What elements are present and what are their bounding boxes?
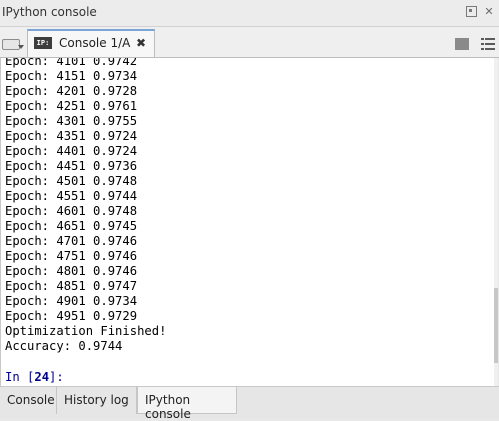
- console-output: Epoch: 4101 0.9742 Epoch: 4151 0.9734 Epoc…: [5, 58, 484, 354]
- console-line: Epoch: 4951 0.9729: [5, 309, 138, 323]
- undock-icon[interactable]: [465, 5, 477, 17]
- pane-title: IPython console: [2, 5, 97, 19]
- chevron-down-icon: [18, 45, 24, 49]
- input-prompt[interactable]: In [24]:: [5, 370, 64, 385]
- console-line: Epoch: 4901 0.9734: [5, 294, 138, 308]
- console-line: Epoch: 4601 0.9748: [5, 204, 138, 218]
- prompt-prefix: In [: [5, 370, 35, 384]
- console-line: Epoch: 4151 0.9734: [5, 69, 138, 83]
- ipython-icon: IP:: [34, 37, 52, 49]
- prompt-number: 24: [34, 370, 50, 384]
- console-line: Epoch: 4551 0.9744: [5, 189, 138, 203]
- console-line: Epoch: 4701 0.9746: [5, 234, 138, 248]
- scrollbar-thumb[interactable]: [494, 288, 498, 363]
- console-line: Epoch: 4501 0.9748: [5, 174, 138, 188]
- console-line: Epoch: 4251 0.9761: [5, 99, 138, 113]
- console-line: Optimization Finished!: [5, 324, 167, 338]
- console-tab-strip: IP: Console 1/A ✖: [0, 27, 499, 58]
- tab-history-log[interactable]: History log: [57, 387, 137, 414]
- console-line: Epoch: 4101 0.9742: [5, 58, 138, 68]
- console-line: Epoch: 4751 0.9746: [5, 249, 138, 263]
- interrupt-kernel-button[interactable]: [455, 38, 469, 50]
- console-line: Epoch: 4451 0.9736: [5, 159, 138, 173]
- console-line: Epoch: 4801 0.9746: [5, 264, 138, 278]
- console-toolbar: [455, 38, 497, 50]
- tab-console[interactable]: Console: [0, 387, 57, 414]
- pane-title-bar: IPython console ✕: [0, 0, 499, 27]
- console-line: Accuracy: 0.9744: [5, 339, 123, 353]
- browse-tabs-button[interactable]: [2, 37, 24, 53]
- tab-ipython-console[interactable]: IPython console: [137, 387, 237, 421]
- console-line: Epoch: 4351 0.9724: [5, 129, 138, 143]
- console-line: Epoch: 4401 0.9724: [5, 144, 138, 158]
- console-output-area[interactable]: Epoch: 4101 0.9742 Epoch: 4151 0.9734 Epoc…: [0, 58, 498, 386]
- close-tab-icon[interactable]: ✖: [136, 36, 146, 50]
- console-line: Epoch: 4851 0.9747: [5, 279, 138, 293]
- console-line: Epoch: 4651 0.9745: [5, 219, 138, 233]
- tab-console-1a[interactable]: IP: Console 1/A ✖: [27, 29, 155, 57]
- vertical-scrollbar[interactable]: [494, 58, 498, 386]
- console-line: Epoch: 4301 0.9755: [5, 114, 138, 128]
- close-pane-icon[interactable]: ✕: [483, 5, 495, 18]
- pane-controls: ✕: [465, 5, 495, 18]
- options-menu-button[interactable]: [481, 38, 497, 50]
- bottom-tab-bar: Console History log IPython console: [0, 386, 499, 421]
- prompt-suffix: ]:: [49, 370, 64, 384]
- tab-label: Console 1/A: [59, 36, 131, 50]
- console-line: Epoch: 4201 0.9728: [5, 84, 138, 98]
